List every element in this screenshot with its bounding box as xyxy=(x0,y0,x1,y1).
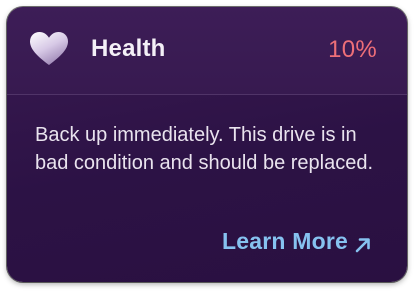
arrow-up-right-icon xyxy=(354,233,372,252)
health-card: Health 10% Back up immediately. This dri… xyxy=(7,7,407,282)
health-message: Back up immediately. This drive is in ba… xyxy=(35,124,374,174)
learn-more-label: Learn More xyxy=(222,228,348,254)
heart-icon xyxy=(29,31,69,67)
card-header: Health 10% xyxy=(7,7,407,95)
card-title: Health xyxy=(91,35,166,62)
learn-more-link[interactable]: Learn More xyxy=(222,228,372,255)
health-percentage: 10% xyxy=(328,36,377,63)
